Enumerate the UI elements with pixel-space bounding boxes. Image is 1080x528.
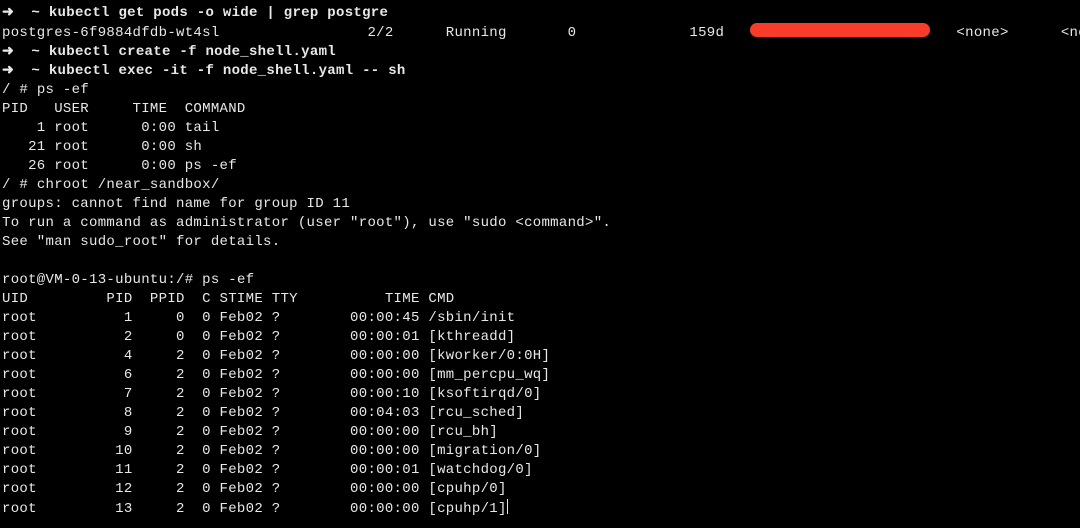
ps-row: root 2 0 0 Feb02 ? 00:00:01 [kthreadd] <box>2 329 515 345</box>
shell-prompt: / # <box>2 82 37 98</box>
ps-row: root 9 2 0 Feb02 ? 00:00:00 [rcu_bh] <box>2 424 498 440</box>
terminal-line: 1 root 0:00 tail <box>2 119 1080 138</box>
shell-prompt: / # <box>2 177 37 193</box>
ps-row: root 11 2 0 Feb02 ? 00:00:01 [watchdog/0… <box>2 462 533 478</box>
pod-row-left: postgres-6f9884dfdb-wt4sl 2/2 Running 0 … <box>2 25 750 41</box>
terminal-line: / # ps -ef <box>2 81 1080 100</box>
terminal-line: ➜ ~ kubectl get pods -o wide | grep post… <box>2 4 1080 23</box>
terminal-line: root 4 2 0 Feb02 ? 00:00:00 [kworker/0:0… <box>2 347 1080 366</box>
ps-row: root 1 0 0 Feb02 ? 00:00:45 /sbin/init <box>2 310 515 326</box>
command: ps -ef <box>202 272 254 288</box>
terminal-line: ➜ ~ kubectl exec -it -f node_shell.yaml … <box>2 62 1080 81</box>
redaction-block <box>750 23 930 37</box>
warning-line: To run a command as administrator (user … <box>2 215 611 231</box>
terminal-line: 21 root 0:00 sh <box>2 138 1080 157</box>
ps-row: root 7 2 0 Feb02 ? 00:00:10 [ksoftirqd/0… <box>2 386 541 402</box>
ps-header: UID PID PPID C STIME TTY TIME CMD <box>2 291 454 307</box>
pod-row-right: <none> <none> <box>930 25 1080 41</box>
terminal-line: root 12 2 0 Feb02 ? 00:00:00 [cpuhp/0] <box>2 480 1080 499</box>
ps-row: root 12 2 0 Feb02 ? 00:00:00 [cpuhp/0] <box>2 481 507 497</box>
ps-mini-row: 21 root 0:00 sh <box>2 139 202 155</box>
terminal-line: / # chroot /near_sandbox/ <box>2 176 1080 195</box>
terminal-line: root 10 2 0 Feb02 ? 00:00:00 [migration/… <box>2 442 1080 461</box>
terminal-line: root 7 2 0 Feb02 ? 00:00:10 [ksoftirqd/0… <box>2 385 1080 404</box>
terminal-line: postgres-6f9884dfdb-wt4sl 2/2 Running 0 … <box>2 23 1080 43</box>
terminal-line: root 6 2 0 Feb02 ? 00:00:00 [mm_percpu_w… <box>2 366 1080 385</box>
terminal-line: See "man sudo_root" for details. <box>2 233 1080 252</box>
warning-line: See "man sudo_root" for details. <box>2 234 280 250</box>
terminal-line: ➜ ~ kubectl create -f node_shell.yaml <box>2 43 1080 62</box>
terminal-line: root 13 2 0 Feb02 ? 00:00:00 [cpuhp/1] <box>2 499 1080 519</box>
ps-mini-row: 1 root 0:00 tail <box>2 120 220 136</box>
command: kubectl get pods -o wide | grep postgre <box>49 5 388 21</box>
ps-row: root 13 2 0 Feb02 ? 00:00:00 [cpuhp/1] <box>2 501 507 517</box>
command: kubectl create -f node_shell.yaml <box>49 44 336 60</box>
command: ps -ef <box>37 82 89 98</box>
terminal-line: groups: cannot find name for group ID 11 <box>2 195 1080 214</box>
terminal-line: root 8 2 0 Feb02 ? 00:04:03 [rcu_sched] <box>2 404 1080 423</box>
terminal-line: root 2 0 0 Feb02 ? 00:00:01 [kthreadd] <box>2 328 1080 347</box>
ps-mini-header: PID USER TIME COMMAND <box>2 101 246 117</box>
terminal-output[interactable]: ➜ ~ kubectl get pods -o wide | grep post… <box>2 4 1080 519</box>
host-prompt: root@VM-0-13-ubuntu:/# <box>2 272 202 288</box>
prompt: ➜ ~ <box>2 63 49 79</box>
cursor <box>507 499 508 514</box>
terminal-line: To run a command as administrator (user … <box>2 214 1080 233</box>
terminal-line: root 1 0 0 Feb02 ? 00:00:45 /sbin/init <box>2 309 1080 328</box>
ps-mini-row: 26 root 0:00 ps -ef <box>2 158 237 174</box>
prompt: ➜ ~ <box>2 44 49 60</box>
terminal-line: root@VM-0-13-ubuntu:/# ps -ef <box>2 271 1080 290</box>
terminal-line: PID USER TIME COMMAND <box>2 100 1080 119</box>
command: kubectl exec -it -f node_shell.yaml -- s… <box>49 63 406 79</box>
ps-row: root 8 2 0 Feb02 ? 00:04:03 [rcu_sched] <box>2 405 524 421</box>
warning-line: groups: cannot find name for group ID 11 <box>2 196 350 212</box>
ps-row: root 10 2 0 Feb02 ? 00:00:00 [migration/… <box>2 443 541 459</box>
ps-row: root 6 2 0 Feb02 ? 00:00:00 [mm_percpu_w… <box>2 367 550 383</box>
terminal-line: root 9 2 0 Feb02 ? 00:00:00 [rcu_bh] <box>2 423 1080 442</box>
spacer <box>2 253 11 269</box>
command: chroot /near_sandbox/ <box>37 177 220 193</box>
terminal-line <box>2 252 1080 271</box>
ps-row: root 4 2 0 Feb02 ? 00:00:00 [kworker/0:0… <box>2 348 550 364</box>
terminal-line: UID PID PPID C STIME TTY TIME CMD <box>2 290 1080 309</box>
terminal-line: 26 root 0:00 ps -ef <box>2 157 1080 176</box>
terminal-line: root 11 2 0 Feb02 ? 00:00:01 [watchdog/0… <box>2 461 1080 480</box>
prompt: ➜ ~ <box>2 5 49 21</box>
